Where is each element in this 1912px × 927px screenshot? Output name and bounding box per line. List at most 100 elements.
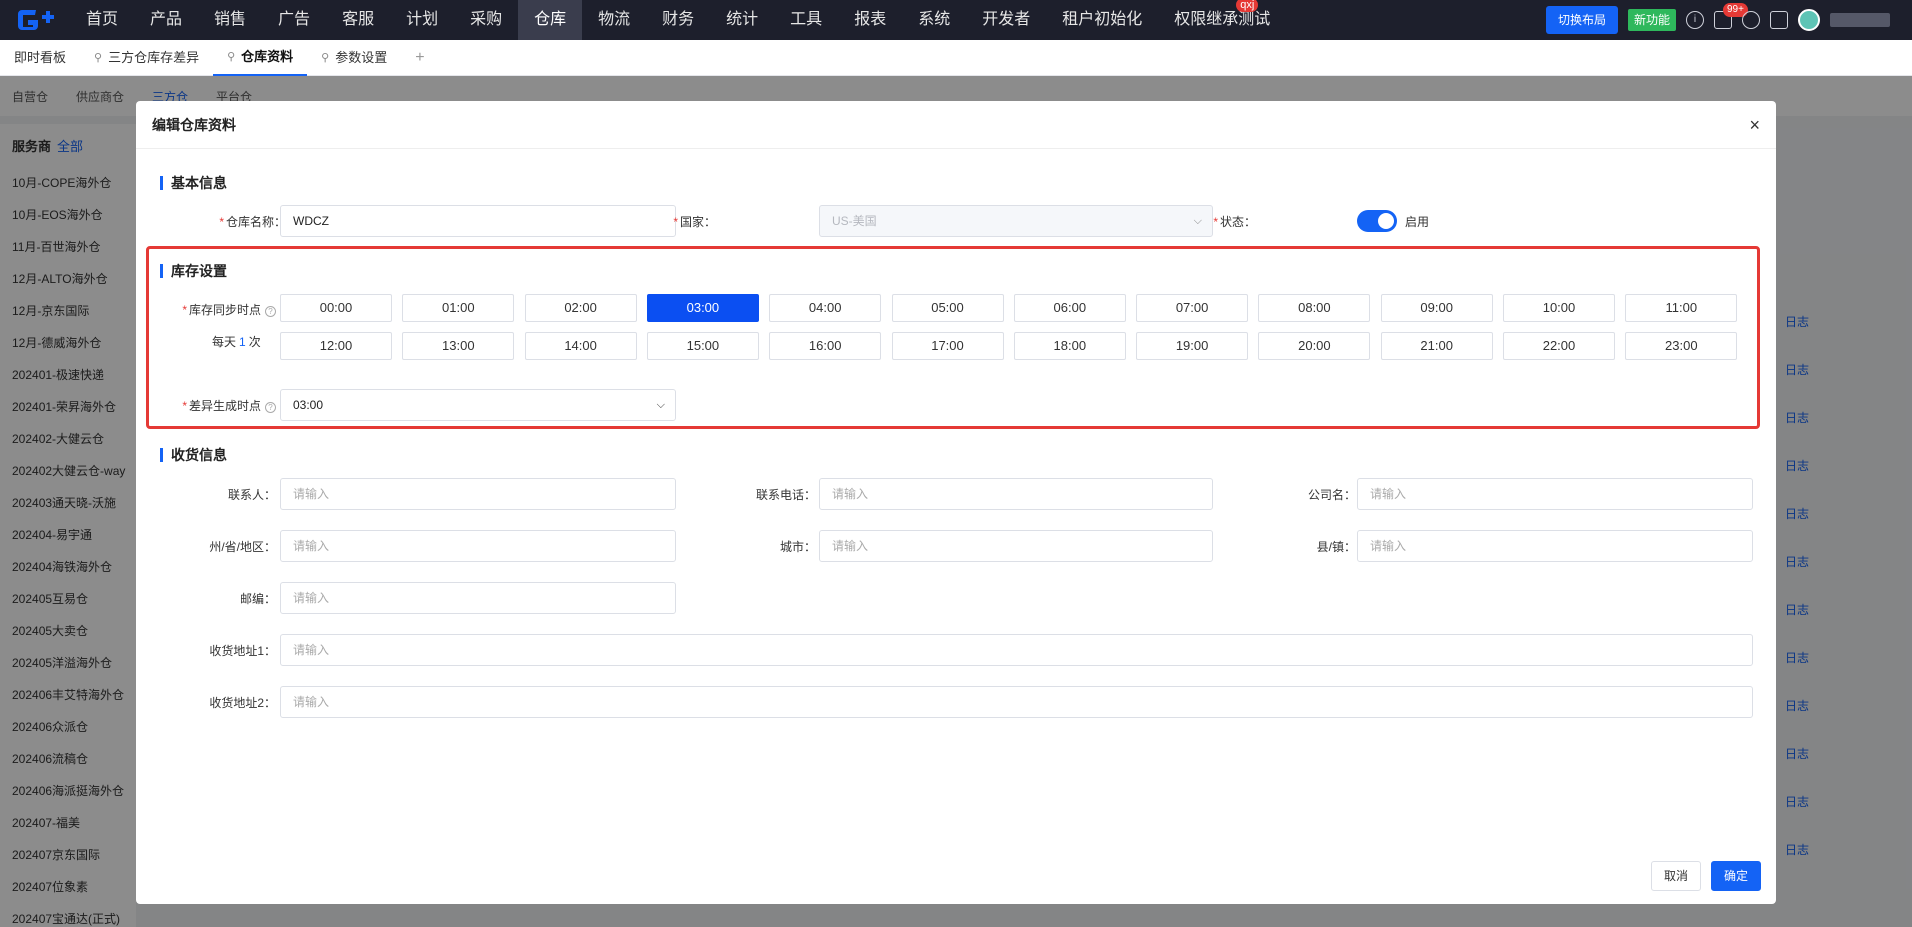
county-input[interactable]: 请输入 — [1357, 530, 1753, 562]
time-option[interactable]: 09:00 — [1380, 294, 1493, 322]
time-option[interactable]: 21:00 — [1380, 332, 1493, 360]
diff-time-value: 03:00 — [293, 398, 324, 412]
tab-label: 即时看板 — [14, 49, 67, 65]
time-option[interactable]: 08:00 — [1258, 294, 1371, 322]
time-option[interactable]: 12:00 — [280, 332, 392, 360]
section-receive-info: 收货信息 — [160, 448, 227, 462]
tab-dashboard[interactable]: 即时看板 — [0, 40, 80, 76]
phone-input[interactable]: 请输入 — [819, 478, 1213, 510]
tab-warehouse-info[interactable]: ⚲ 仓库资料 — [213, 39, 308, 76]
time-option[interactable]: 23:00 — [1625, 332, 1738, 360]
nav-item[interactable]: 报表 — [838, 0, 902, 40]
message-icon[interactable]: 99+ — [1714, 3, 1748, 29]
contact-input[interactable]: 请输入 — [280, 478, 676, 510]
modal-header: 编辑仓库资料 × — [136, 101, 1776, 149]
edit-warehouse-modal: 编辑仓库资料 × 基本信息 * 仓库名称： WDCZ * 国家： US-美国 ⌵ * 状… — [136, 101, 1776, 904]
nav-item[interactable]: 财务 — [646, 0, 710, 40]
address1-input[interactable]: 请输入 — [280, 634, 1753, 666]
confirm-button[interactable]: 确定 — [1711, 861, 1762, 891]
info-icon[interactable]: i — [1686, 11, 1704, 29]
pin-icon: ⚲ — [227, 50, 236, 63]
nav-item[interactable]: 物流 — [582, 0, 646, 40]
close-icon[interactable]: × — [1749, 101, 1760, 149]
tab-stock-diff[interactable]: ⚲ 三方仓库存差异 — [80, 40, 213, 76]
time-option[interactable]: 13:00 — [402, 332, 515, 360]
time-option[interactable]: 19:00 — [1136, 332, 1249, 360]
logo-icon — [18, 10, 54, 30]
pin-icon: ⚲ — [94, 51, 103, 64]
diff-time-select[interactable]: 03:00 ⌵ — [280, 389, 676, 421]
address2-input[interactable]: 请输入 — [280, 686, 1753, 718]
time-option[interactable]: 22:00 — [1503, 332, 1615, 360]
time-option[interactable]: 00:00 — [280, 294, 392, 322]
pin-icon: ⚲ — [321, 51, 330, 64]
add-tab-icon[interactable]: + — [401, 49, 438, 67]
state-label: 州/省/地区： — [209, 540, 276, 554]
sync-time-label: * 库存同步时点? — [156, 301, 276, 318]
address2-label: 收货地址2： — [209, 696, 276, 710]
time-option[interactable]: 07:00 — [1136, 294, 1249, 322]
zip-input[interactable]: 请输入 — [280, 582, 676, 614]
nav-item[interactable]: 产品 — [134, 0, 198, 40]
help-icon: ? — [265, 306, 276, 317]
nav-item[interactable]: 计划 — [390, 0, 454, 40]
main-menu: 首页 产品 销售 广告 客服 计划 采购 仓库 物流 财务 统计 工具 报表 系统 开发者 租户初始化 权限继承… — [70, 0, 1286, 40]
time-option[interactable]: 03:00 — [646, 294, 759, 322]
time-option[interactable]: 17:00 — [891, 332, 1004, 360]
nav-item[interactable]: 权限继承测试 qxj — [1158, 0, 1286, 40]
new-feature-button[interactable]: 新功能 — [1627, 9, 1676, 31]
app-logo[interactable] — [0, 0, 70, 40]
sync-per-day-text: 每天 1 次 — [212, 335, 261, 349]
avatar[interactable] — [1798, 9, 1820, 31]
section-basic-info: 基本信息 — [160, 176, 227, 190]
cancel-button[interactable]: 取消 — [1651, 861, 1702, 891]
country-label: * 国家： — [673, 215, 716, 229]
time-option[interactable]: 11:00 — [1625, 294, 1738, 322]
contact-label: 联系人： — [227, 488, 276, 502]
fullscreen-icon[interactable] — [1770, 11, 1788, 29]
country-value: US-美国 — [832, 214, 877, 228]
time-option[interactable]: 15:00 — [646, 332, 759, 360]
nav-item[interactable]: 系统 — [902, 0, 966, 40]
nav-item[interactable]: 工具 — [774, 0, 838, 40]
time-option[interactable]: 18:00 — [1013, 332, 1126, 360]
diff-time-label: * 差异生成时点? — [156, 397, 276, 414]
nav-item[interactable]: 开发者 — [966, 0, 1046, 40]
nav-item[interactable]: 仓库 — [518, 0, 583, 40]
time-option[interactable]: 01:00 — [402, 294, 515, 322]
nav-item[interactable]: 租户初始化 — [1046, 0, 1158, 40]
nav-item[interactable]: 客服 — [326, 0, 390, 40]
state-input[interactable]: 请输入 — [280, 530, 676, 562]
status-toggle-label: 启用 — [1405, 215, 1430, 229]
time-option[interactable]: 10:00 — [1503, 294, 1615, 322]
nav-item[interactable]: 首页 — [70, 0, 134, 40]
nav-item[interactable]: 广告 — [262, 0, 326, 40]
nav-item[interactable]: 采购 — [454, 0, 518, 40]
time-option[interactable]: 05:00 — [891, 294, 1004, 322]
city-input[interactable]: 请输入 — [819, 530, 1213, 562]
tab-params[interactable]: ⚲ 参数设置 — [307, 40, 401, 76]
time-option[interactable]: 20:00 — [1258, 332, 1371, 360]
nav-item[interactable]: 销售 — [198, 0, 262, 40]
switch-layout-button[interactable]: 切换布局 — [1545, 6, 1618, 34]
user-name-blurred[interactable] — [1830, 13, 1890, 27]
time-option[interactable]: 06:00 — [1013, 294, 1126, 322]
nav-item[interactable]: 统计 — [710, 0, 774, 40]
company-label: 公司名： — [1307, 488, 1356, 502]
phone-label: 联系电话： — [755, 488, 816, 502]
modal-title: 编辑仓库资料 — [152, 117, 236, 133]
time-option[interactable]: 14:00 — [524, 332, 637, 360]
time-option[interactable]: 16:00 — [769, 332, 882, 360]
time-option[interactable]: 02:00 — [524, 294, 637, 322]
nav-right-tools: 切换布局 新功能 i 99+ — [1545, 0, 1912, 40]
status-label: * 状态： — [1213, 215, 1256, 229]
country-select[interactable]: US-美国 ⌵ — [819, 205, 1213, 237]
page-tabs: 即时看板 ⚲ 三方仓库存差异 ⚲ 仓库资料 ⚲ 参数设置 + — [0, 39, 1912, 76]
bell-icon[interactable] — [1742, 11, 1760, 29]
status-toggle[interactable] — [1357, 210, 1397, 232]
tab-label: 参数设置 — [335, 49, 388, 65]
tab-label: 仓库资料 — [241, 48, 294, 64]
company-input[interactable]: 请输入 — [1357, 478, 1753, 510]
section-stock-settings: 库存设置 — [160, 264, 227, 278]
time-option[interactable]: 04:00 — [769, 294, 882, 322]
